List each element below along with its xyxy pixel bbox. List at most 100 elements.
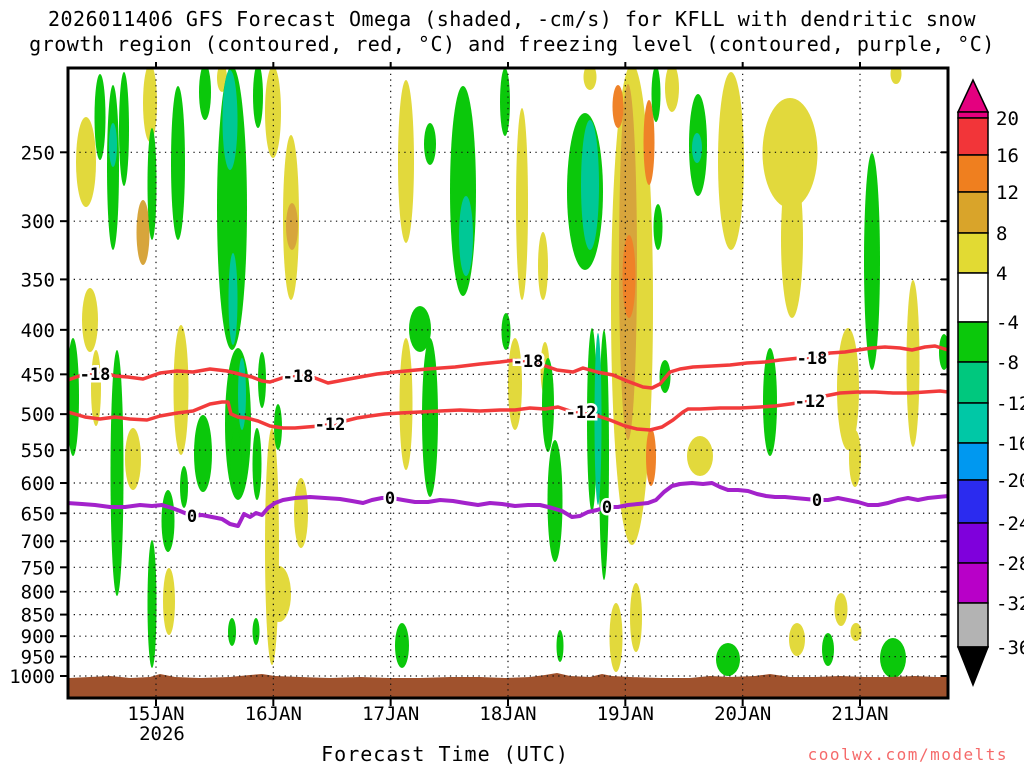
omega-blob-y	[789, 623, 805, 656]
y-axis-label: 250	[21, 142, 55, 164]
colorbar-label: -20	[996, 470, 1024, 492]
colorbar-box	[957, 602, 989, 648]
x-axis-label: 19JAN	[597, 703, 654, 725]
omega-blob-y	[834, 593, 848, 626]
omega-blob-g	[547, 440, 563, 562]
omega-blob-g	[147, 540, 157, 668]
omega-blob-t	[581, 120, 599, 250]
omega-blob-y	[687, 436, 713, 476]
colorbar-label: 20	[996, 108, 1019, 130]
omega-blob-g	[653, 204, 663, 250]
colorbar-label: 12	[996, 182, 1019, 204]
dendritic-contour-label: -12	[315, 415, 346, 435]
omega-blob-y	[143, 69, 157, 142]
colorbar-label: -36	[996, 637, 1024, 659]
omega-blob-y	[906, 280, 920, 447]
omega-blob-y	[849, 430, 861, 487]
terrain-layer	[69, 673, 947, 697]
colorbar-box	[957, 117, 989, 156]
x-axis-label: 18JAN	[479, 703, 536, 725]
colorbar-label: 4	[996, 263, 1007, 285]
omega-blob-y	[398, 80, 414, 243]
colorbar-label: -16	[996, 433, 1024, 455]
omega-blob-t	[692, 133, 702, 163]
freezing-level-label: 0	[602, 498, 612, 518]
omega-blob-y	[781, 160, 803, 318]
y-axis-label: 900	[21, 626, 55, 648]
colorbar-label: -32	[996, 593, 1024, 615]
omega-blob-y	[665, 69, 679, 112]
omega-blob-g	[880, 638, 906, 678]
colorbar-box	[957, 361, 989, 404]
omega-blob-g	[822, 633, 834, 666]
colorbar-box	[957, 272, 989, 323]
chart-title-line1: 2026011406 GFS Forecast Omega (shaded, -…	[47, 7, 977, 31]
colorbar-box	[957, 321, 989, 363]
x-axis-title: Forecast Time (UTC)	[321, 742, 569, 766]
y-axis-label: 700	[21, 531, 55, 553]
omega-blob-g	[119, 72, 129, 186]
omega-blob-o	[612, 85, 624, 128]
y-axis-label: 450	[21, 364, 55, 386]
watermark-link[interactable]: coolwx.com/modelts	[808, 745, 1008, 764]
omega-blob-g	[228, 618, 236, 646]
y-axis-label: 850	[21, 605, 55, 627]
omega-time-height-chart: -18 -18-18 -18-12-12-1200 0 0250300350400450…	[9, 62, 1024, 745]
colorbar-label: -8	[996, 352, 1019, 374]
omega-blob-t	[228, 253, 238, 345]
omega-blob-g	[501, 313, 511, 350]
y-axis-label: 350	[21, 269, 55, 291]
omega-blob-g	[199, 69, 211, 120]
omega-blob-y	[267, 566, 291, 622]
y-axis-label: 550	[21, 440, 55, 462]
freezing-level-label: 0	[385, 489, 395, 509]
colorbar-label: 16	[996, 145, 1019, 167]
colorbar-box	[957, 232, 989, 274]
omega-blob-g	[161, 490, 175, 552]
x-axis-label: 21JAN	[831, 703, 888, 725]
y-axis-label: 650	[21, 503, 55, 525]
omega-blob-g	[651, 69, 661, 122]
colorbar-label: -4	[996, 312, 1019, 334]
y-axis-label: 500	[21, 404, 55, 426]
omega-blob-y	[265, 428, 279, 665]
omega-blob-g	[110, 350, 124, 596]
omega-blob-y	[125, 428, 141, 490]
omega-blob-g	[424, 123, 436, 165]
colorbar-box	[957, 479, 989, 524]
freezing-level-label: 0	[812, 491, 822, 511]
omega-blob-g	[171, 86, 185, 240]
colorbar-label: 8	[996, 223, 1007, 245]
colorbar-bottom-arrow	[956, 646, 990, 688]
omega-blob-g	[864, 153, 880, 370]
terrain-fill	[69, 673, 947, 697]
omega-blob-d	[136, 200, 150, 265]
omega-blob-g	[230, 428, 242, 498]
colorbar-box	[957, 522, 989, 564]
omega-blob-g	[556, 630, 564, 662]
x-axis-label: 20JAN	[714, 703, 771, 725]
omega-blob-y	[76, 117, 96, 207]
y-axis-label: 750	[21, 557, 55, 579]
omega-blob-g	[147, 128, 157, 240]
omega-blob-d	[286, 203, 298, 250]
x-axis-label: 15JAN	[127, 703, 184, 725]
y-axis-label: 600	[21, 473, 55, 495]
omega-blob-g	[395, 623, 409, 668]
omega-blob-g	[422, 338, 438, 497]
dendritic-contour-label: -12	[566, 403, 597, 423]
omega-blob-g	[716, 643, 740, 676]
colorbar-label: -24	[996, 513, 1024, 535]
colorbar-box	[957, 442, 989, 481]
omega-blob-y	[91, 350, 101, 426]
omega-blob-y	[538, 232, 548, 300]
omega-blob-y	[718, 72, 744, 250]
colorbar-box	[957, 191, 989, 234]
freezing-level-label: 0	[187, 507, 197, 527]
colorbar: 20 16 12 8 4 -4 -8 -12 -16 -20 -24 -28 -32 -36	[956, 78, 1024, 688]
colorbar-top-arrow	[956, 78, 990, 113]
omega-blob-y	[173, 325, 189, 455]
x-axis-label: 17JAN	[362, 703, 419, 725]
omega-blob-y	[630, 583, 642, 652]
colorbar-box	[957, 402, 989, 444]
